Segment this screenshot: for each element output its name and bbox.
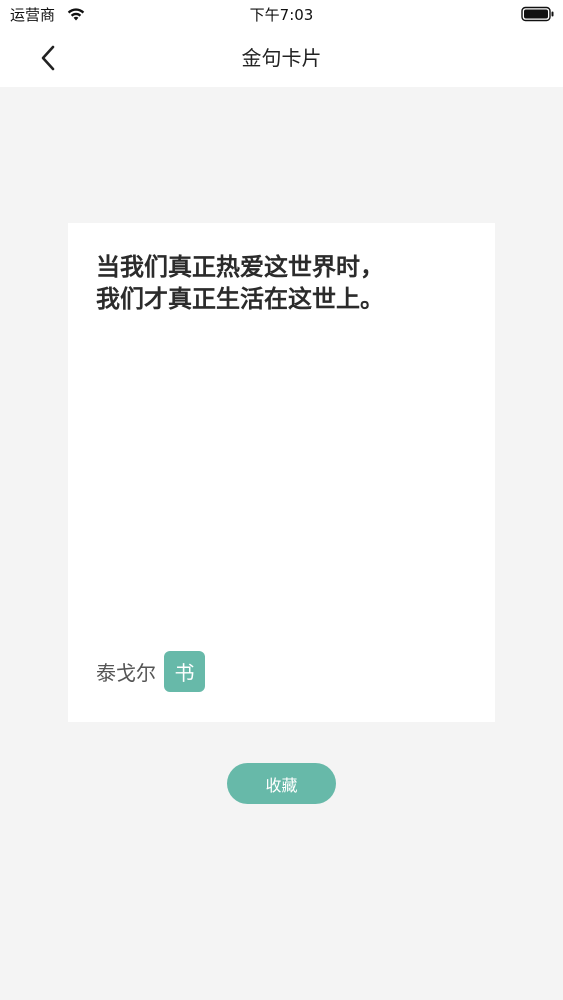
- page-title: 金句卡片: [241, 46, 322, 70]
- quote-card: 当我们真正热爱这世界时， 我们才真正生活在这世上。 泰戈尔 书: [68, 223, 495, 722]
- status-time: 下午7:03: [249, 6, 314, 24]
- book-badge[interactable]: 书: [164, 651, 205, 692]
- quote-text: 当我们真正热爱这世界时， 我们才真正生活在这世上。: [96, 253, 384, 313]
- navigation-bar: 金句卡片: [0, 30, 563, 87]
- author-name: 泰戈尔: [96, 661, 156, 685]
- battery-icon: [521, 6, 554, 22]
- author-row: 泰戈尔 书: [96, 651, 205, 692]
- chevron-left-icon: [41, 45, 55, 71]
- status-bar: 运营商 下午7:03: [0, 0, 563, 30]
- back-button[interactable]: [28, 38, 68, 78]
- collect-button[interactable]: 收藏: [227, 763, 336, 804]
